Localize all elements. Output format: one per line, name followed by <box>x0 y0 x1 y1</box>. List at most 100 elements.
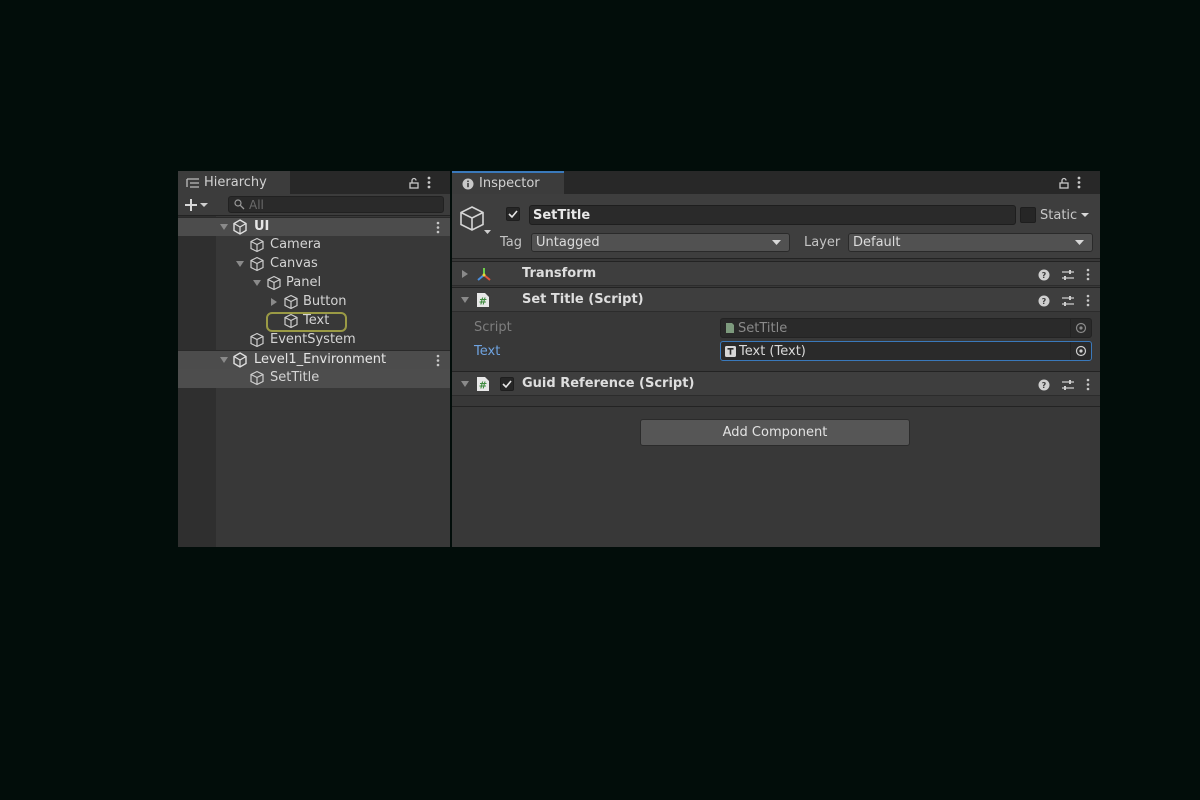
tree-item-label: Text <box>303 313 330 328</box>
gameobject-cube-icon <box>249 237 265 253</box>
gameobject-cube-icon <box>249 370 265 386</box>
caret-down-icon[interactable] <box>1081 212 1090 218</box>
svg-text:?: ? <box>1042 297 1047 306</box>
scene-row-ui[interactable]: UI <box>178 217 450 236</box>
inspector-tabbar: Inspector <box>452 171 1100 194</box>
help-icon[interactable]: ? <box>1038 269 1050 281</box>
tree-item-label: Camera <box>270 237 322 252</box>
tag-dropdown[interactable]: Untagged <box>531 233 790 252</box>
svg-text:?: ? <box>1042 271 1047 280</box>
gameobject-cube-icon <box>283 294 299 310</box>
object-picker-button <box>1070 319 1091 337</box>
scene-row-level1-environment[interactable]: Level1_Environment <box>178 350 450 369</box>
tag-value: Untagged <box>536 235 600 250</box>
tree-item-label: SetTitle <box>270 370 320 385</box>
gameobject-cube-icon <box>249 256 265 272</box>
unity-scene-icon <box>232 219 248 235</box>
hierarchy-tab-label: Hierarchy <box>204 175 267 190</box>
kebab-menu-icon[interactable] <box>1086 294 1090 307</box>
object-picker-button[interactable] <box>1070 342 1091 360</box>
gameobject-cube-icon[interactable] <box>459 205 491 237</box>
hierarchy-tree: UI Camera Canvas Panel Button Text Event… <box>178 217 450 388</box>
hierarchy-search[interactable] <box>228 196 444 213</box>
text-field-value: Text (Text) <box>739 343 806 359</box>
object-name-text: SetTitle <box>533 207 591 223</box>
inspector-tab-label: Inspector <box>479 176 540 191</box>
kebab-menu-icon[interactable] <box>1086 378 1090 391</box>
tree-item-camera[interactable]: Camera <box>178 236 450 255</box>
hierarchy-panel: Hierarchy All UI Camera Canvas Panel But… <box>178 171 450 547</box>
gameobject-cube-icon <box>266 275 282 291</box>
help-icon[interactable]: ? <box>1038 295 1050 307</box>
tree-item-label: Button <box>303 294 347 309</box>
script-field-label: Script <box>474 320 512 335</box>
kebab-menu-icon[interactable] <box>436 221 440 234</box>
tree-item-panel[interactable]: Panel <box>178 274 450 293</box>
expand-arrow-icon[interactable] <box>460 379 470 389</box>
tree-item-canvas[interactable]: Canvas <box>178 255 450 274</box>
add-component-button[interactable]: Add Component <box>640 419 910 446</box>
tree-item-label: EventSystem <box>270 332 356 347</box>
caret-down-icon <box>772 240 781 246</box>
static-label: Static <box>1040 207 1078 223</box>
tree-item-label: Canvas <box>270 256 318 271</box>
tree-item-eventsystem[interactable]: EventSystem <box>178 331 450 350</box>
expand-arrow-icon[interactable] <box>219 222 229 232</box>
hierarchy-tabbar: Hierarchy <box>178 171 450 194</box>
tree-item-settitle[interactable]: SetTitle <box>178 369 450 388</box>
tree-item-text[interactable]: Text <box>178 312 450 332</box>
collapsed-arrow-icon[interactable] <box>460 269 470 279</box>
info-icon <box>462 178 474 190</box>
expand-arrow-icon[interactable] <box>460 295 470 305</box>
svg-text:#: # <box>479 297 487 308</box>
collapsed-arrow-icon[interactable] <box>269 297 279 307</box>
tree-item-label: Panel <box>286 275 322 290</box>
inspector-tab[interactable]: Inspector <box>452 171 564 194</box>
kebab-menu-icon[interactable] <box>1077 176 1081 189</box>
presets-sliders-icon[interactable] <box>1061 379 1075 391</box>
layer-value: Default <box>853 235 901 250</box>
guid-reference-body <box>452 396 1100 407</box>
presets-sliders-icon[interactable] <box>1061 269 1075 281</box>
component-title: Transform <box>522 266 597 281</box>
component-transform-header[interactable]: Transform ? <box>452 261 1100 286</box>
help-icon[interactable]: ? <box>1038 379 1050 391</box>
scene-name: Level1_Environment <box>254 352 387 367</box>
list-icon <box>186 177 200 189</box>
component-title: Guid Reference (Script) <box>522 376 695 391</box>
kebab-menu-icon[interactable] <box>427 176 431 189</box>
create-button[interactable] <box>184 196 208 214</box>
expand-arrow-icon[interactable] <box>235 259 245 269</box>
expand-arrow-icon[interactable] <box>252 278 262 288</box>
inspector-panel: Inspector SetTitle Static Tag Untagged L… <box>452 171 1100 547</box>
set-title-fields: Script SetTitle Text Text (Text) <box>452 312 1100 370</box>
hierarchy-tab[interactable]: Hierarchy <box>178 171 290 194</box>
kebab-menu-icon[interactable] <box>436 354 440 367</box>
search-input[interactable] <box>245 197 439 212</box>
object-name-field[interactable]: SetTitle <box>529 205 1016 225</box>
plus-icon <box>184 198 198 212</box>
script-field: SetTitle <box>720 318 1092 338</box>
tree-item-button[interactable]: Button <box>178 293 450 312</box>
component-enabled-checkbox[interactable] <box>500 377 514 391</box>
hierarchy-toolbar <box>178 194 450 216</box>
presets-sliders-icon[interactable] <box>1061 295 1075 307</box>
script-field-value: SetTitle <box>738 320 788 336</box>
static-toggle[interactable]: Static <box>1020 206 1090 224</box>
static-checkbox[interactable] <box>1020 207 1036 223</box>
text-component-icon <box>725 345 736 357</box>
layer-dropdown[interactable]: Default <box>848 233 1093 252</box>
csharp-script-icon <box>725 322 735 334</box>
kebab-menu-icon[interactable] <box>1086 268 1090 281</box>
lock-icon[interactable] <box>408 177 420 189</box>
svg-text:?: ? <box>1042 381 1047 390</box>
expand-arrow-icon[interactable] <box>219 355 229 365</box>
search-icon <box>234 199 245 210</box>
active-checkbox[interactable] <box>506 207 520 221</box>
lock-icon[interactable] <box>1058 177 1070 189</box>
component-guid-reference-header[interactable]: # Guid Reference (Script) ? <box>452 371 1100 396</box>
caret-down-icon <box>200 202 208 208</box>
tag-label: Tag <box>500 235 523 250</box>
text-object-field[interactable]: Text (Text) <box>720 341 1092 361</box>
component-set-title-header[interactable]: # Set Title (Script) ? <box>452 287 1100 312</box>
